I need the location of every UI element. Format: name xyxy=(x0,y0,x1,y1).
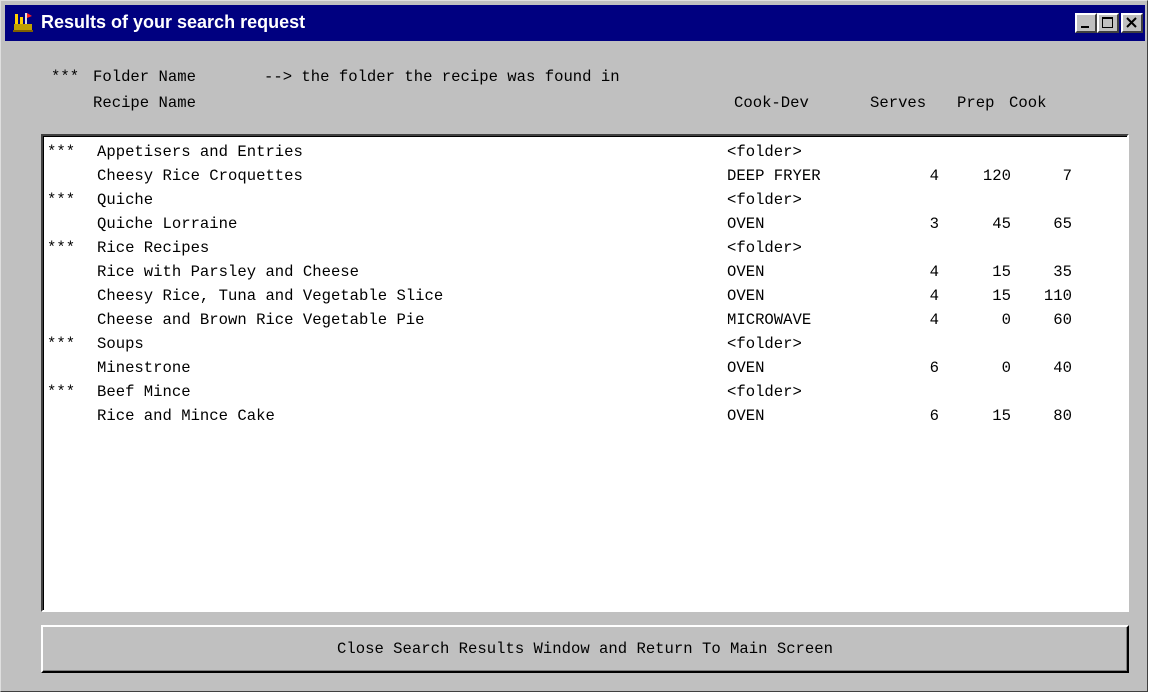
row-recipe-name: Rice and Mince Cake xyxy=(97,407,275,425)
minimize-icon xyxy=(1081,26,1089,28)
header-cook-dev: Cook-Dev xyxy=(734,94,809,112)
row-recipe-name: Quiche xyxy=(97,191,154,209)
header-serves: Serves xyxy=(870,94,927,112)
row-prep: 15 xyxy=(992,407,1011,425)
row-prep: 0 xyxy=(1001,311,1011,329)
row-cook-device: OVEN xyxy=(727,263,765,281)
row-cook: 110 xyxy=(1043,287,1072,305)
row-cook: 7 xyxy=(1062,167,1072,185)
row-marker: *** xyxy=(47,191,76,209)
row-recipe-name: Rice Recipes xyxy=(97,239,210,257)
row-serves: 4 xyxy=(929,263,939,281)
row-cook-device: OVEN xyxy=(727,287,765,305)
recipe-row[interactable]: Minestrone OVEN 6 0 40 xyxy=(44,356,1127,380)
minimize-button[interactable] xyxy=(1075,13,1097,33)
row-serves: 4 xyxy=(929,287,939,305)
maximize-button[interactable] xyxy=(1097,13,1119,33)
row-cook: 35 xyxy=(1053,263,1072,281)
maximize-icon xyxy=(1102,17,1113,28)
row-serves: 4 xyxy=(929,311,939,329)
close-search-results-button[interactable]: Close Search Results Window and Return T… xyxy=(41,625,1129,673)
row-cook-device: <folder> xyxy=(727,143,802,161)
row-cook: 65 xyxy=(1053,215,1072,233)
row-prep: 0 xyxy=(1001,359,1011,377)
header-prep: Prep xyxy=(957,94,995,112)
row-recipe-name: Quiche Lorraine xyxy=(97,215,238,233)
row-cook: 80 xyxy=(1053,407,1072,425)
row-recipe-name: Cheese and Brown Rice Vegetable Pie xyxy=(97,311,425,329)
row-serves: 6 xyxy=(929,359,939,377)
row-cook-device: OVEN xyxy=(727,215,765,233)
header-marker: *** xyxy=(51,68,80,86)
row-cook-device: OVEN xyxy=(727,407,765,425)
search-results-window: Results of your search request *** Folde… xyxy=(0,0,1148,692)
row-recipe-name: Cheesy Rice Croquettes xyxy=(97,167,303,185)
row-cook-device: <folder> xyxy=(727,239,802,257)
row-recipe-name: Rice with Parsley and Cheese xyxy=(97,263,360,281)
row-serves: 4 xyxy=(929,167,939,185)
row-cook: 60 xyxy=(1053,311,1072,329)
row-recipe-name: Soups xyxy=(97,335,144,353)
folder-row[interactable]: *** Soups <folder> xyxy=(44,332,1127,356)
title-bar[interactable]: Results of your search request xyxy=(5,5,1145,41)
header-cook: Cook xyxy=(1009,94,1047,112)
results-list[interactable]: *** Appetisers and Entries <folder> Cheesy … xyxy=(41,134,1129,612)
recipe-row[interactable]: Rice and Mince Cake OVEN 6 15 80 xyxy=(44,404,1127,428)
close-icon xyxy=(1126,17,1137,28)
folder-row[interactable]: *** Quiche <folder> xyxy=(44,188,1127,212)
folder-row[interactable]: *** Beef Mince <folder> xyxy=(44,380,1127,404)
results-list-body: *** Appetisers and Entries <folder> Cheesy … xyxy=(43,136,1127,610)
recipe-row[interactable]: Rice with Parsley and Cheese OVEN 4 15 35 xyxy=(44,260,1127,284)
row-cook-device: <folder> xyxy=(727,383,802,401)
app-icon[interactable] xyxy=(11,10,35,34)
folder-row[interactable]: *** Rice Recipes <folder> xyxy=(44,236,1127,260)
row-cook-device: <folder> xyxy=(727,335,802,353)
recipe-row[interactable]: Cheesy Rice Croquettes DEEP FRYER 4 120 7 xyxy=(44,164,1127,188)
row-serves: 6 xyxy=(929,407,939,425)
row-prep: 15 xyxy=(992,263,1011,281)
recipe-row[interactable]: Cheese and Brown Rice Vegetable Pie MICRO… xyxy=(44,308,1127,332)
folder-row[interactable]: *** Appetisers and Entries <folder> xyxy=(44,140,1127,164)
row-marker: *** xyxy=(47,143,76,161)
row-serves: 3 xyxy=(929,215,939,233)
row-marker: *** xyxy=(47,335,76,353)
row-cook-device: OVEN xyxy=(727,359,765,377)
row-prep: 15 xyxy=(992,287,1011,305)
window-title: Results of your search request xyxy=(41,12,306,32)
row-cook-device: DEEP FRYER xyxy=(727,167,821,185)
row-recipe-name: Beef Mince xyxy=(97,383,191,401)
row-prep: 120 xyxy=(982,167,1011,185)
row-recipe-name: Appetisers and Entries xyxy=(97,143,303,161)
row-marker: *** xyxy=(47,239,76,257)
recipe-row[interactable]: Quiche Lorraine OVEN 3 45 65 xyxy=(44,212,1127,236)
row-recipe-name: Cheesy Rice, Tuna and Vegetable Slice xyxy=(97,287,444,305)
header-recipe-name: Recipe Name xyxy=(93,94,196,112)
row-cook-device: <folder> xyxy=(727,191,802,209)
row-recipe-name: Minestrone xyxy=(97,359,191,377)
row-marker: *** xyxy=(47,383,76,401)
row-cook: 40 xyxy=(1053,359,1072,377)
row-cook-device: MICROWAVE xyxy=(727,311,812,329)
header-folder-name: Folder Name xyxy=(93,68,196,86)
row-prep: 45 xyxy=(992,215,1011,233)
header-folder-note: --> the folder the recipe was found in xyxy=(264,68,620,86)
close-window-button[interactable] xyxy=(1121,13,1143,33)
recipe-row[interactable]: Cheesy Rice, Tuna and Vegetable Slice OVE… xyxy=(44,284,1127,308)
